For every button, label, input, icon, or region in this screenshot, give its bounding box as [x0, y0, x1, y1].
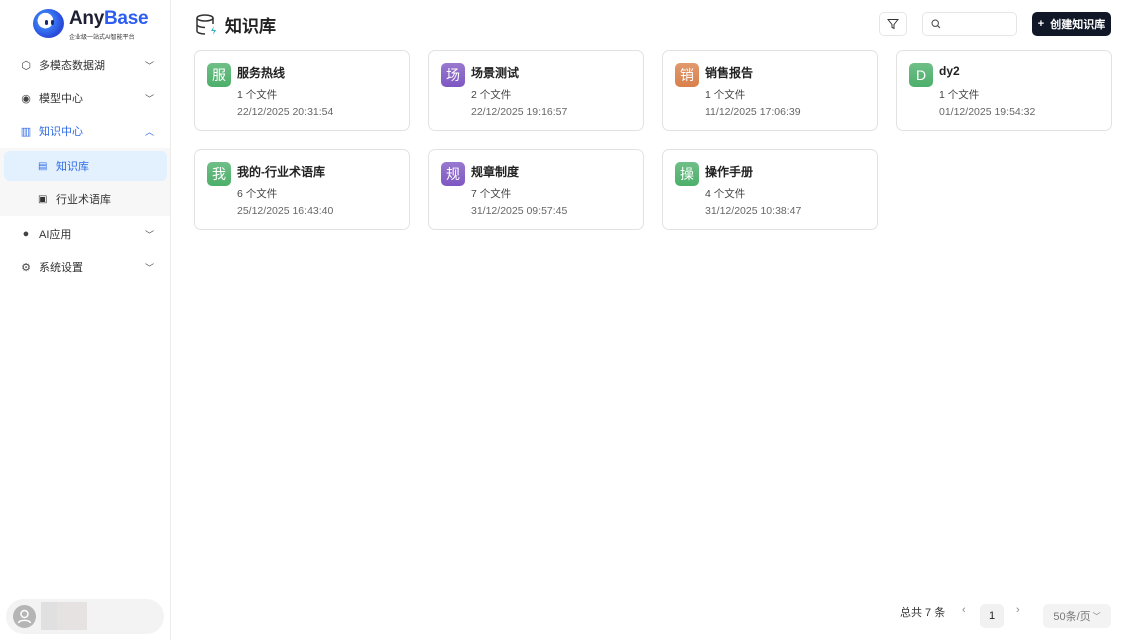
sidebar-subitem-terminology[interactable]: ▣ 行业术语库	[4, 184, 167, 214]
kb-file-count: 1 个文件	[939, 89, 980, 101]
page-size-select[interactable]: 50条/页 ﹀	[1043, 604, 1111, 628]
plus-icon: +	[1037, 18, 1045, 30]
knowledge-base-card[interactable]: 我 我的-行业术语库 6 个文件 25/12/2025 16:43:40	[194, 149, 410, 230]
sidebar-item-model-center[interactable]: ◉ 模型中心 ﹀	[0, 84, 170, 112]
kb-name: 场景测试	[471, 66, 520, 80]
kb-name: 销售报告	[705, 66, 754, 80]
kb-date: 11/12/2025 17:06:39	[705, 106, 801, 118]
filter-icon	[887, 19, 899, 30]
kb-date: 01/12/2025 19:54:32	[939, 106, 1036, 118]
search-field[interactable]	[945, 16, 1013, 32]
kb-file-count: 6 个文件	[237, 188, 278, 200]
avatar	[13, 605, 36, 628]
knowledge-base-card[interactable]: D dy2 1 个文件 01/12/2025 19:54:32	[896, 50, 1112, 131]
filter-button[interactable]	[879, 12, 907, 36]
chevron-down-icon: ﹀	[145, 229, 155, 240]
ai-app-icon: ●	[22, 228, 30, 240]
kb-file-count: 2 个文件	[471, 89, 512, 101]
kb-file-count: 1 个文件	[237, 89, 278, 101]
chevron-down-icon: ﹀	[1092, 611, 1101, 621]
username-redacted	[57, 602, 87, 630]
next-page-button[interactable]: ›	[1016, 604, 1020, 616]
kb-avatar: 销	[675, 63, 699, 87]
brand-name-a: Any	[69, 8, 104, 29]
kb-name: 操作手册	[705, 165, 754, 179]
knowledge-base-card[interactable]: 操 操作手册 4 个文件 31/12/2025 10:38:47	[662, 149, 878, 230]
kb-file-count: 7 个文件	[471, 188, 512, 200]
cube-icon: ⬡	[21, 59, 31, 72]
kb-avatar: 操	[675, 162, 699, 186]
page-size-label: 50条/页	[1053, 611, 1091, 623]
chevron-down-icon: ﹀	[145, 93, 155, 104]
kb-avatar: 服	[207, 63, 231, 87]
kb-avatar: 场	[441, 63, 465, 87]
chevron-up-icon: ︿	[145, 126, 155, 137]
knowledge-base-card[interactable]: 场 场景测试 2 个文件 22/12/2025 19:16:57	[428, 50, 644, 131]
kb-date: 22/12/2025 19:16:57	[471, 106, 568, 118]
kb-avatar: 我	[207, 162, 231, 186]
knowledge-base-card[interactable]: 规 规章制度 7 个文件 31/12/2025 09:57:45	[428, 149, 644, 230]
book-icon: ▤	[38, 160, 48, 172]
kb-name: 我的-行业术语库	[237, 165, 325, 179]
kb-date: 22/12/2025 20:31:54	[237, 106, 334, 118]
glossary-icon: ▣	[38, 193, 48, 205]
model-icon: ◉	[21, 92, 31, 105]
kb-date: 25/12/2025 16:43:40	[237, 205, 334, 217]
chevron-down-icon: ﹀	[145, 262, 155, 273]
kb-name: 服务热线	[237, 66, 286, 80]
search-icon	[931, 19, 941, 29]
sidebar-item-settings[interactable]: ⚙ 系统设置 ﹀	[0, 253, 170, 281]
page-title-text: 知识库	[225, 17, 276, 36]
user-icon	[17, 609, 32, 624]
sidebar-subitem-knowledge-base[interactable]: ▤ 知识库	[4, 151, 167, 181]
brand-tagline: 企业级一站式AI智能平台	[69, 35, 135, 41]
knowledge-base-card[interactable]: 服 服务热线 1 个文件 22/12/2025 20:31:54	[194, 50, 410, 131]
brand-name-b: Base	[104, 8, 149, 29]
database-icon	[196, 13, 216, 35]
username-redacted	[41, 602, 57, 630]
kb-name: 规章制度	[471, 165, 520, 179]
kb-date: 31/12/2025 10:38:47	[705, 205, 802, 217]
sidebar-item-data-lake[interactable]: ⬡ 多模态数据湖 ﹀	[0, 51, 170, 79]
kb-avatar: 规	[441, 162, 465, 186]
search-input[interactable]	[922, 12, 1017, 36]
kb-name: dy2	[939, 64, 960, 78]
page-1-button[interactable]: 1	[980, 604, 1004, 628]
page-title: 知识库	[195, 12, 276, 37]
chevron-down-icon: ﹀	[145, 60, 155, 71]
pagination-total: 总共 7 条	[900, 607, 946, 619]
knowledge-base-card[interactable]: 销 销售报告 1 个文件 11/12/2025 17:06:39	[662, 50, 878, 131]
kb-avatar: D	[909, 63, 933, 87]
kb-file-count: 4 个文件	[705, 188, 746, 200]
gear-icon: ⚙	[21, 261, 31, 274]
prev-page-button[interactable]: ‹	[962, 604, 966, 616]
sidebar-item-label: 多模态数据湖	[39, 60, 105, 72]
create-label: 创建知识库	[1050, 19, 1106, 31]
anybase-logo[interactable]: AnyBase 企业级一站式AI智能平台	[33, 8, 149, 42]
sidebar-item-label: 系统设置	[39, 262, 83, 274]
kb-date: 31/12/2025 09:57:45	[471, 205, 568, 217]
sidebar-item-label: 行业术语库	[56, 194, 111, 206]
sidebar-item-label: 模型中心	[39, 93, 83, 105]
sidebar-item-ai-apps[interactable]: ● AI应用 ﹀	[0, 220, 170, 248]
sidebar-item-knowledge-center[interactable]: ▥ 知识中心 ︿	[0, 117, 170, 145]
create-knowledge-base-button[interactable]: + 创建知识库	[1032, 12, 1111, 36]
sidebar: AnyBase 企业级一站式AI智能平台 ⬡ 多模态数据湖 ﹀ ◉ 模型中心 ﹀…	[0, 0, 171, 640]
books-icon: ▥	[20, 125, 32, 138]
sidebar-item-label: 知识中心	[39, 126, 83, 138]
sidebar-item-label: AI应用	[39, 229, 72, 241]
sidebar-item-label: 知识库	[56, 161, 89, 173]
user-profile[interactable]	[6, 599, 164, 634]
kb-file-count: 1 个文件	[705, 89, 746, 101]
